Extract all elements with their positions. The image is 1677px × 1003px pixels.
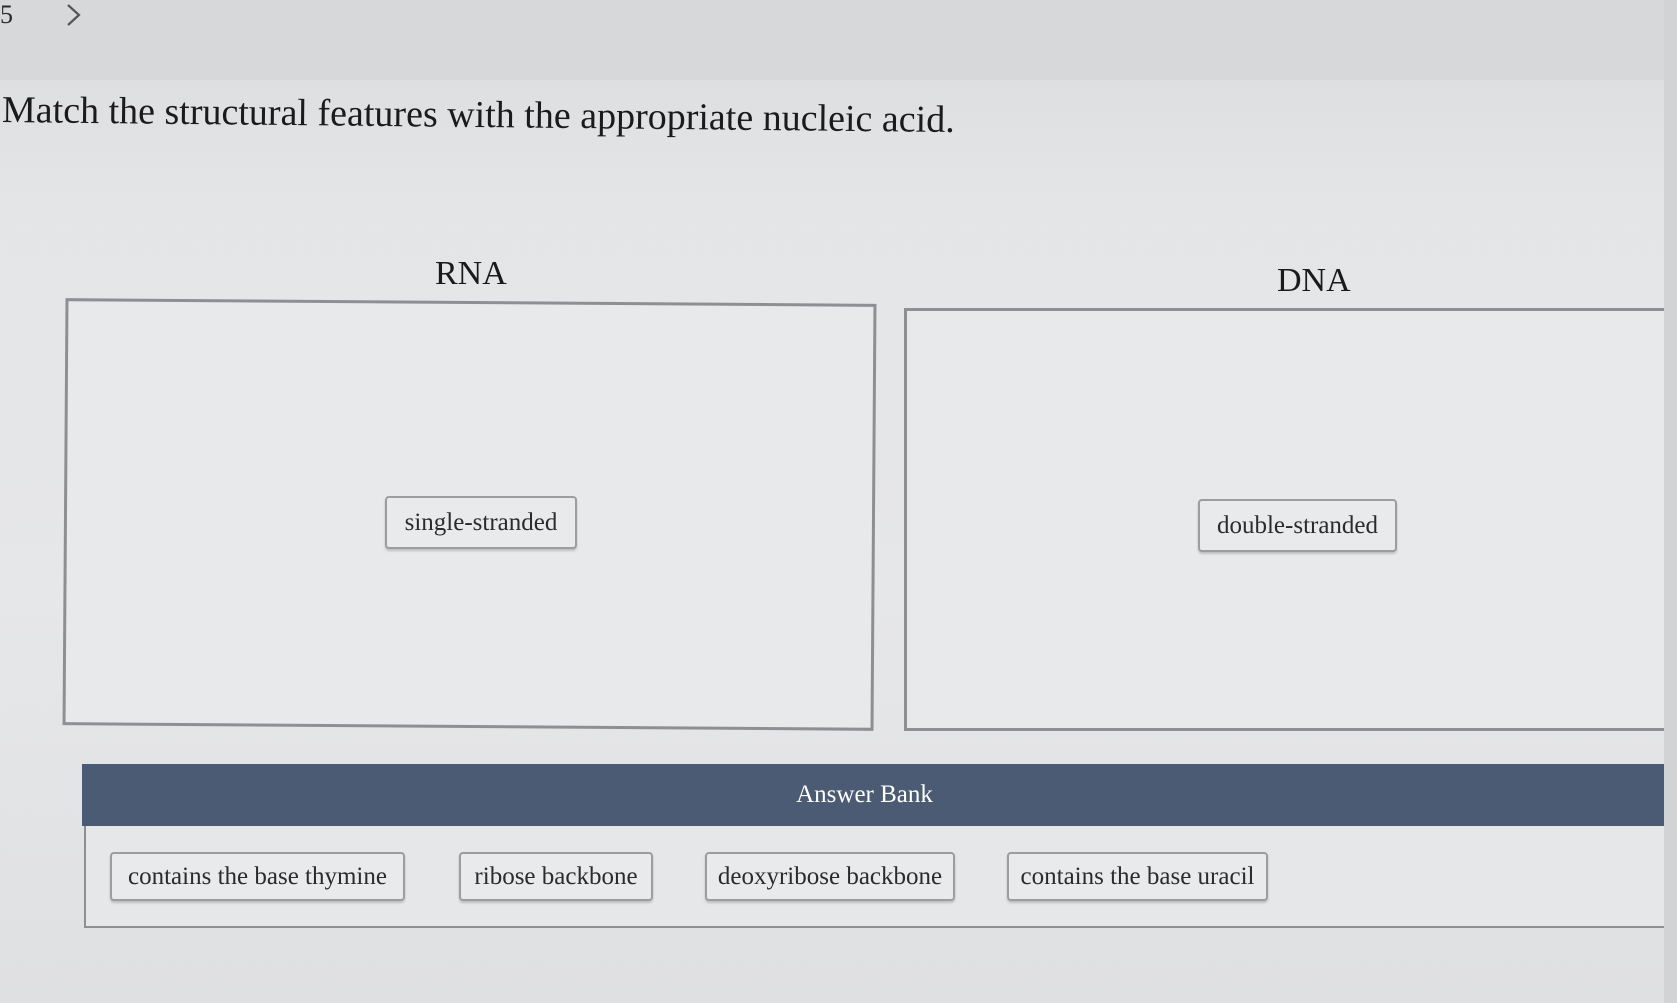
bank-item-thymine[interactable]: contains the base thymine xyxy=(110,852,405,901)
answer-bank-title: Answer Bank xyxy=(796,781,933,808)
question-number: 5 xyxy=(0,0,13,29)
placed-chip-double-stranded[interactable]: double-stranded xyxy=(1198,499,1397,552)
answer-bank-header: Answer Bank xyxy=(82,764,1677,826)
bank-item-ribose-backbone[interactable]: ribose backbone xyxy=(459,852,653,901)
zone-title-dna: DNA xyxy=(1277,262,1351,299)
question-prompt: Match the structural features with the a… xyxy=(1,89,955,141)
bank-item-deoxyribose-backbone[interactable]: deoxyribose backbone xyxy=(705,852,955,901)
top-nav-bar xyxy=(0,0,1677,80)
placed-chip-single-stranded[interactable]: single-stranded xyxy=(385,496,577,549)
bank-item-uracil[interactable]: contains the base uracil xyxy=(1007,852,1268,901)
zone-title-rna: RNA xyxy=(435,255,507,292)
chevron-right-icon[interactable] xyxy=(62,2,86,28)
page-edge xyxy=(1664,0,1677,1003)
